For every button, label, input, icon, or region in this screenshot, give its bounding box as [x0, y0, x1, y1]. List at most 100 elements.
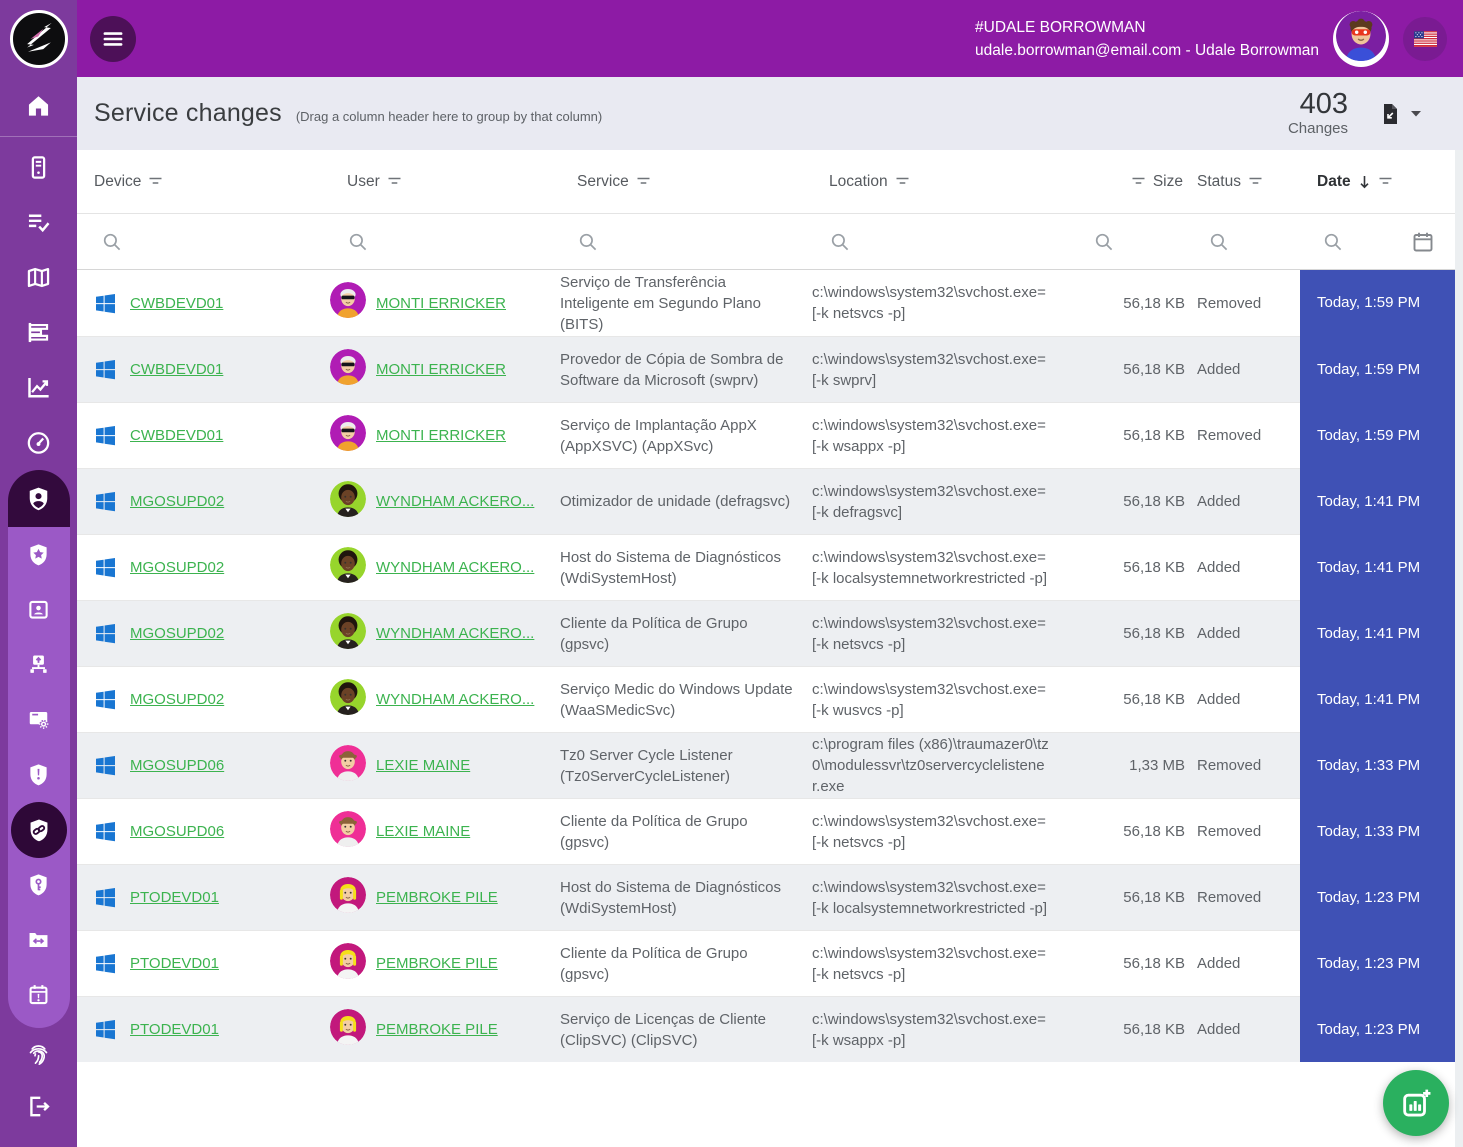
sidebar-item-line-chart[interactable] [0, 360, 77, 415]
filter-icon[interactable] [895, 177, 910, 186]
device-link[interactable]: PTODEVD01 [130, 953, 219, 974]
device-link[interactable]: CWBDEVD01 [130, 293, 223, 314]
sidebar-submenu [7, 527, 70, 1028]
sidebar-item-logout[interactable] [0, 1080, 77, 1132]
column-header-size[interactable]: Size [1085, 173, 1186, 191]
device-link[interactable]: MGOSUPD02 [130, 623, 224, 644]
column-label: Service [577, 172, 629, 190]
user-avatar [330, 810, 366, 853]
sidebar-item-shield-user-active[interactable] [7, 470, 70, 527]
bar-chart-icon [28, 322, 49, 343]
filter-icon[interactable] [636, 177, 651, 186]
net-upload-icon [30, 655, 47, 673]
sidebar-item-folder-sync[interactable] [8, 912, 70, 967]
sidebar-item-shield-link[interactable] [8, 801, 70, 858]
device-link[interactable]: MGOSUPD02 [130, 557, 224, 578]
sidebar-item-map[interactable] [0, 250, 77, 305]
sidebar-item-devices[interactable] [0, 140, 77, 195]
search-input-status[interactable] [1186, 231, 1300, 253]
sidebar [0, 0, 77, 1147]
sidebar-item-home[interactable] [0, 77, 77, 134]
windows-logo-icon [96, 690, 115, 710]
sidebar-item-window-gear[interactable] [8, 692, 70, 747]
window-gear-icon [29, 712, 49, 729]
windows-logo-icon [96, 293, 115, 313]
device-link[interactable]: CWBDEVD01 [130, 359, 223, 380]
date-cell: Today, 1:33 PM [1300, 732, 1455, 798]
device-link[interactable]: MGOSUPD02 [130, 689, 224, 710]
device-link[interactable]: PTODEVD01 [130, 1019, 219, 1040]
windows-logo-icon [96, 360, 115, 380]
menu-button[interactable] [90, 15, 136, 62]
user-link[interactable]: WYNDHAM ACKERO... [376, 557, 534, 578]
sidebar-item-bar-chart[interactable] [0, 305, 77, 360]
device-cell: CWBDEVD01 [77, 292, 330, 315]
user-link[interactable]: PEMBROKE PILE [376, 1019, 498, 1040]
sidebar-item-gauge[interactable] [0, 415, 77, 470]
location-cell: c:\windows\system32\svchost.exe=[-k nets… [812, 812, 1046, 851]
user-avatar[interactable] [1333, 10, 1389, 67]
device-link[interactable]: PTODEVD01 [130, 887, 219, 908]
windows-logo-icon [96, 954, 115, 974]
user-link[interactable]: PEMBROKE PILE [376, 953, 498, 974]
user-link[interactable]: PEMBROKE PILE [376, 887, 498, 908]
location-cell: c:\windows\system32\svchost.exe=[-k loca… [812, 878, 1048, 917]
search-input-service[interactable] [560, 231, 812, 253]
size-cell: 56,18 KB [1123, 823, 1185, 840]
column-header-location[interactable]: Location [812, 173, 1085, 191]
device-cell: CWBDEVD01 [77, 424, 330, 447]
sidebar-item-fingerprint[interactable] [0, 1028, 77, 1080]
column-header-service[interactable]: Service [560, 173, 812, 191]
search-input-location[interactable] [812, 231, 1085, 253]
device-link[interactable]: MGOSUPD02 [130, 491, 224, 512]
sidebar-item-task-list[interactable] [0, 195, 77, 250]
column-header-device[interactable]: Device [77, 173, 330, 191]
sidebar-item-shield-alert[interactable] [8, 747, 70, 802]
device-cell: PTODEVD01 [77, 1018, 330, 1041]
date-cell: Today, 1:23 PM [1300, 930, 1455, 996]
search-input-size[interactable] [1085, 231, 1186, 253]
search-input-device[interactable] [77, 231, 330, 253]
service-cell: Serviço de Transferência Inteligente em … [560, 273, 761, 333]
export-button[interactable] [1378, 101, 1421, 127]
sidebar-item-shield-star[interactable] [8, 527, 70, 582]
column-header-user[interactable]: User [330, 173, 560, 191]
sidebar-item-net-upload[interactable] [8, 637, 70, 692]
device-link[interactable]: MGOSUPD06 [130, 755, 224, 776]
column-header-status[interactable]: Status [1186, 173, 1300, 191]
add-report-fab[interactable] [1383, 1070, 1449, 1136]
user-link[interactable]: WYNDHAM ACKERO... [376, 689, 534, 710]
user-link[interactable]: MONTI ERRICKER [376, 293, 506, 314]
device-link[interactable]: CWBDEVD01 [130, 425, 223, 446]
user-link[interactable]: MONTI ERRICKER [376, 359, 506, 380]
column-header-date[interactable]: Date [1300, 173, 1455, 191]
app-logo[interactable] [0, 0, 77, 77]
size-cell: 56,18 KB [1123, 294, 1185, 312]
user-link[interactable]: WYNDHAM ACKERO... [376, 491, 534, 512]
filter-icon[interactable] [1131, 177, 1146, 186]
device-link[interactable]: MGOSUPD06 [130, 821, 224, 842]
user-link[interactable]: LEXIE MAINE [376, 755, 470, 776]
calendar-icon[interactable] [1411, 230, 1435, 254]
sidebar-item-shield-key[interactable] [8, 857, 70, 912]
user-link[interactable]: WYNDHAM ACKERO... [376, 623, 534, 644]
add-chart-icon [1403, 1089, 1431, 1117]
status-cell: Added [1197, 361, 1241, 378]
sidebar-item-calendar-alert[interactable] [8, 967, 70, 1022]
filter-icon[interactable] [1378, 177, 1393, 186]
user-link[interactable]: MONTI ERRICKER [376, 425, 506, 446]
location-cell: c:\windows\system32\svchost.exe=[-k loca… [812, 548, 1048, 587]
group-hint: (Drag a column header here to group by t… [295, 109, 603, 124]
table-row: MGOSUPD02 WYNDHAM ACKERO... Cliente da Pol… [77, 600, 1455, 666]
sidebar-item-id-card[interactable] [8, 582, 70, 637]
filter-icon[interactable] [148, 177, 163, 186]
search-input-date[interactable] [1300, 230, 1455, 254]
count-number: 403 [1299, 88, 1348, 121]
user-cell: MONTI ERRICKER [330, 348, 560, 391]
search-input-user[interactable] [330, 231, 560, 253]
user-link[interactable]: LEXIE MAINE [376, 821, 470, 842]
filter-icon[interactable] [1248, 177, 1263, 186]
user-cell: MONTI ERRICKER [330, 414, 560, 457]
filter-icon[interactable] [387, 177, 402, 186]
language-button[interactable] [1403, 16, 1447, 61]
